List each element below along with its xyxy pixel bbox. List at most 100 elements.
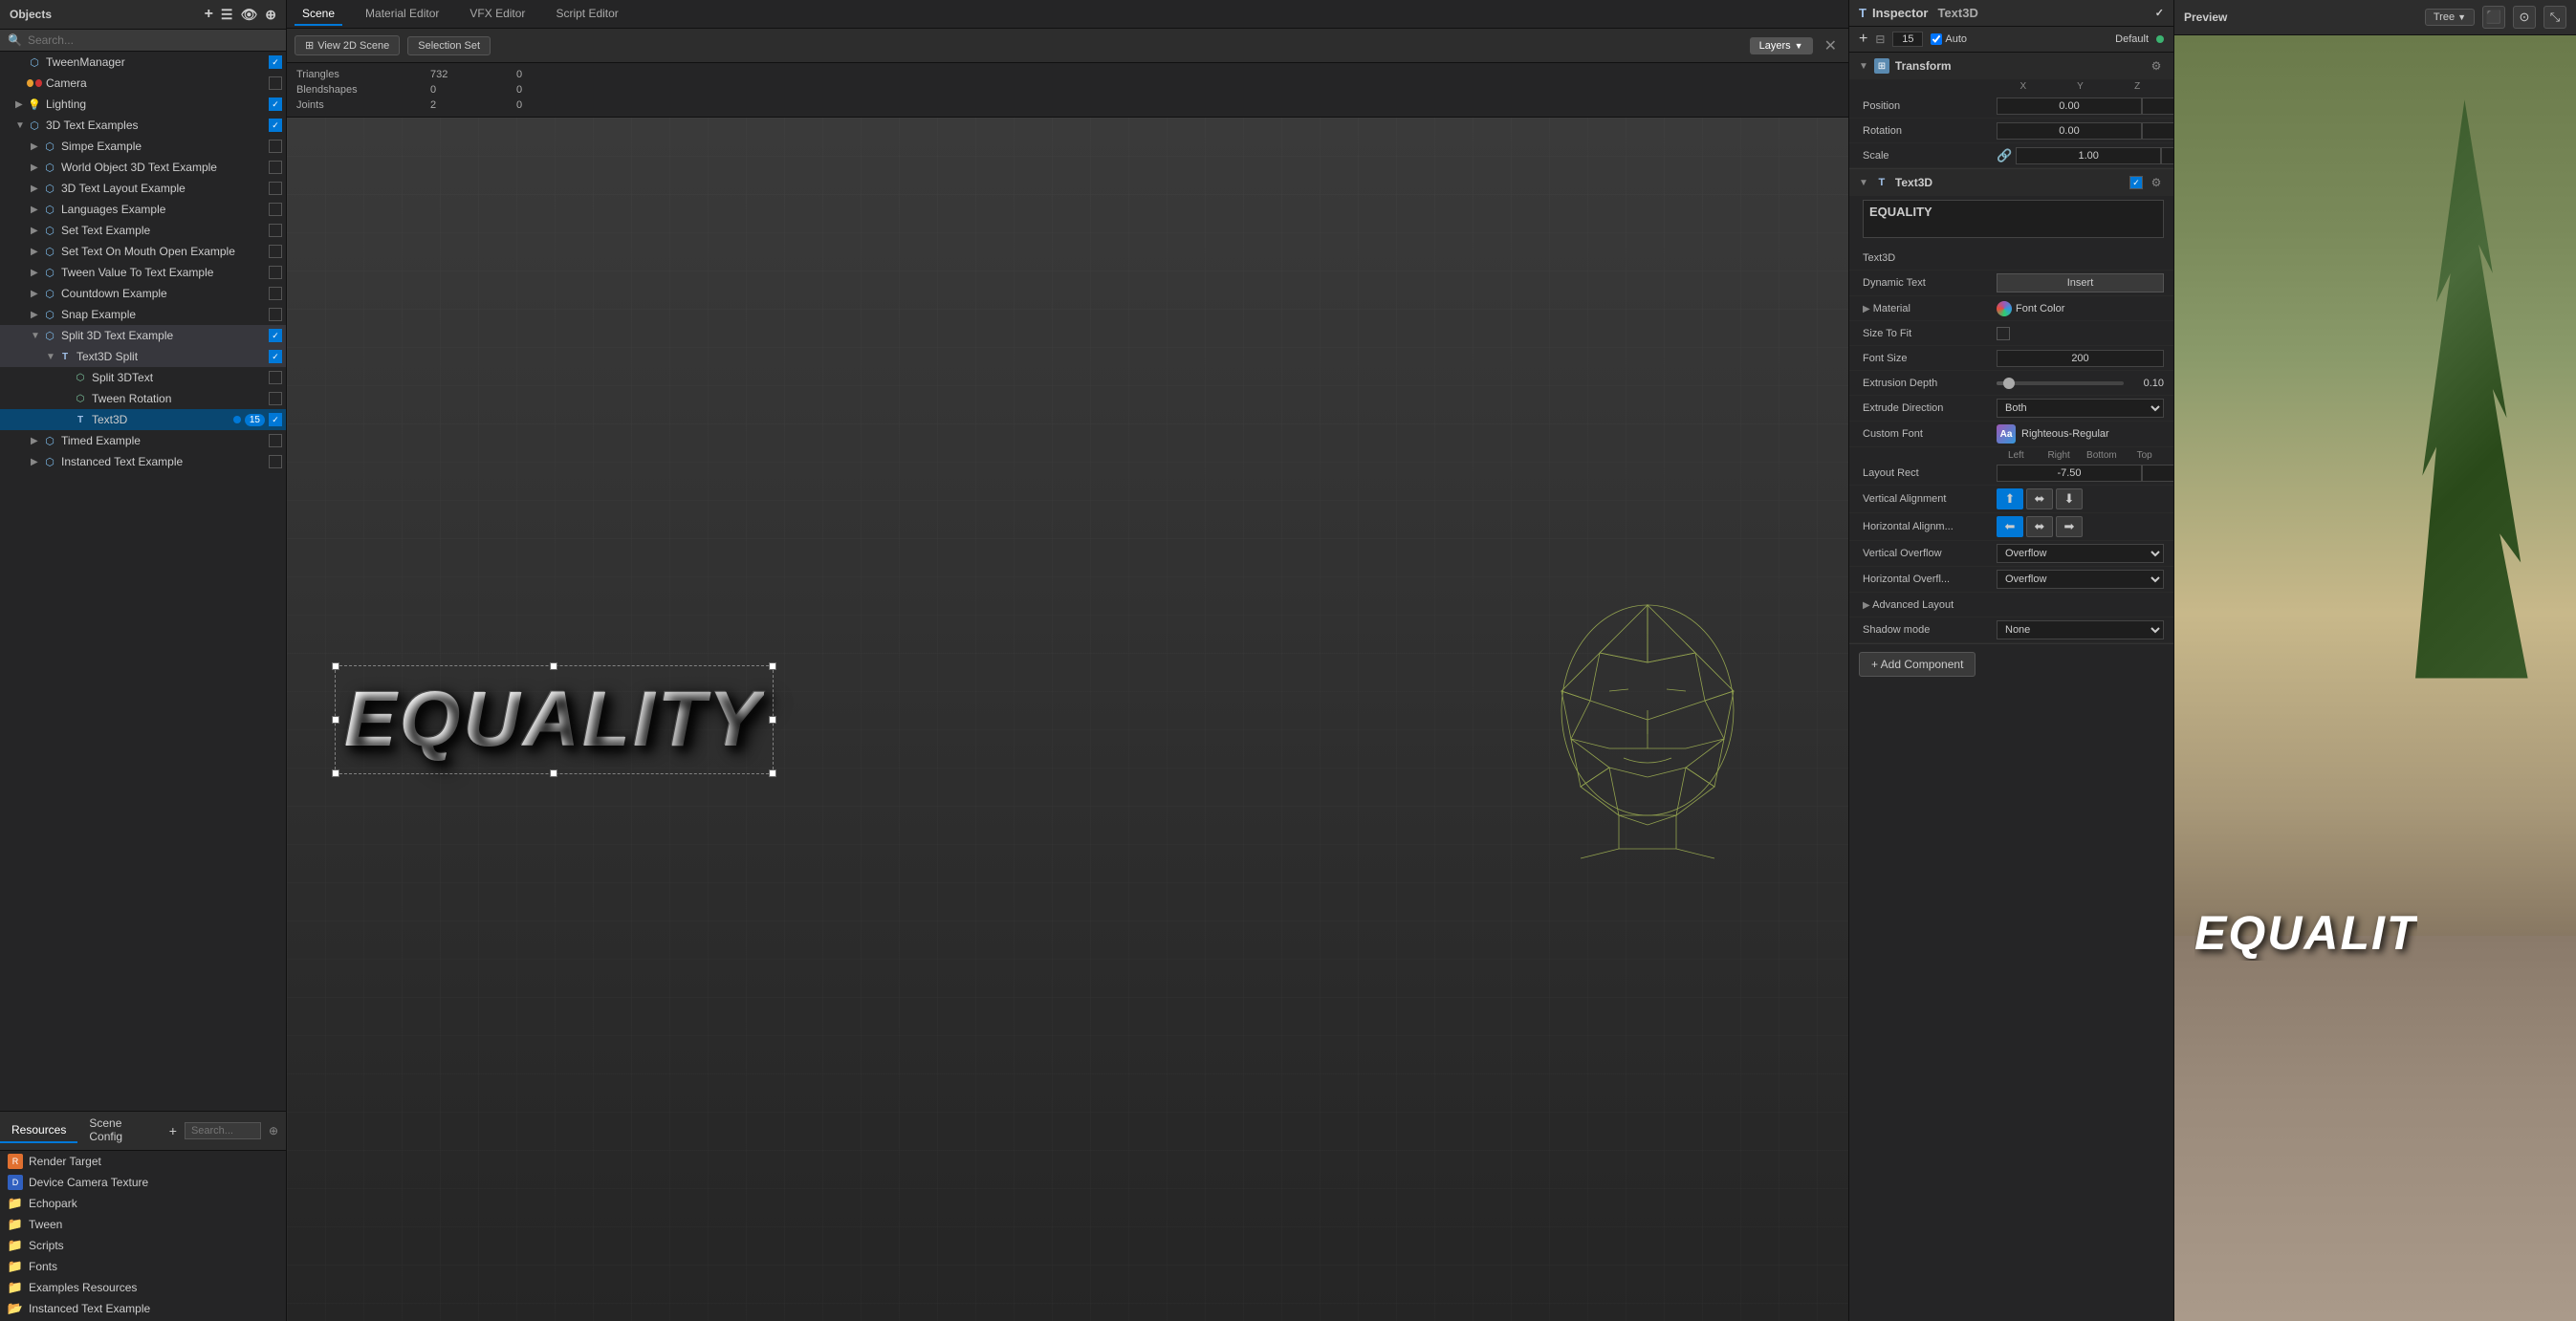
expand-arrow[interactable]: ▼ [46, 352, 57, 362]
tab-scene[interactable]: Scene [295, 3, 342, 26]
item-checkbox[interactable] [269, 76, 282, 90]
tree-item-camera[interactable]: Camera [0, 73, 286, 94]
layout-right-input[interactable] [2142, 465, 2173, 482]
tab-material-editor[interactable]: Material Editor [358, 3, 447, 26]
item-checkbox[interactable] [269, 329, 282, 342]
item-checkbox[interactable] [269, 308, 282, 321]
tab-script-editor[interactable]: Script Editor [548, 3, 625, 26]
expand-arrow[interactable]: ▼ [31, 331, 42, 341]
resource-scripts[interactable]: 📁 Scripts [0, 1235, 286, 1256]
item-checkbox[interactable] [269, 140, 282, 153]
tree-item-text3d-split[interactable]: ▼ T Text3D Split [0, 346, 286, 367]
expand-arrow[interactable]: ▶ [31, 141, 42, 152]
view-2d-button[interactable]: ⊞ View 2D Scene [295, 35, 400, 55]
expand-arrow[interactable]: ▶ [31, 310, 42, 320]
extrude-direction-select[interactable]: Both Front Back [1997, 399, 2164, 418]
tree-item-lighting[interactable]: ▶ 💡 Lighting [0, 94, 286, 115]
align-top-button[interactable]: ⬆ [1997, 488, 2023, 509]
scene-config-tab[interactable]: Scene Config [77, 1112, 168, 1150]
expand-arrow[interactable]: ▶ [15, 99, 27, 110]
font-color-swatch[interactable] [1997, 301, 2012, 316]
horizontal-overflow-select[interactable]: Overflow Truncate [1997, 570, 2164, 589]
tree-item-world-object[interactable]: ▶ ⬡ World Object 3D Text Example [0, 157, 286, 178]
add-component-button[interactable]: + Add Component [1859, 652, 1976, 677]
objects-search-input[interactable] [28, 33, 278, 47]
tree-item-split-3dtext[interactable]: ⬡ Split 3DText [0, 367, 286, 388]
eye-icon[interactable]: 👁 [240, 7, 257, 23]
extrusion-slider-thumb[interactable] [2003, 378, 2015, 389]
tree-item-instanced[interactable]: ▶ ⬡ Instanced Text Example [0, 451, 286, 472]
item-checkbox[interactable] [269, 266, 282, 279]
size-to-fit-checkbox[interactable] [1997, 327, 2010, 340]
frame-number[interactable]: 15 [1892, 32, 1923, 47]
resource-fonts[interactable]: 📁 Fonts [0, 1256, 286, 1277]
tab-vfx-editor[interactable]: VFX Editor [462, 3, 533, 26]
enable-checkbox[interactable]: ✓ [2155, 7, 2164, 19]
shadow-mode-select[interactable]: None Cast Receive [1997, 620, 2164, 639]
position-y-input[interactable] [2142, 97, 2173, 115]
item-checkbox[interactable] [269, 392, 282, 405]
material-expand-arrow[interactable]: ▶ [1863, 304, 1870, 314]
tree-item-languages[interactable]: ▶ ⬡ Languages Example [0, 199, 286, 220]
auto-checkbox[interactable] [1931, 33, 1942, 45]
expand-arrow[interactable]: ▶ [31, 457, 42, 467]
item-checkbox[interactable] [269, 287, 282, 300]
expand-arrow[interactable]: ▼ [15, 120, 27, 131]
item-checkbox[interactable] [269, 97, 282, 111]
tree-item-tweenmanager[interactable]: ⬡ TweenManager [0, 52, 286, 73]
add-resource-icon[interactable]: + [169, 1123, 177, 1138]
add-component-plus[interactable]: + [1859, 31, 1867, 48]
item-checkbox[interactable] [269, 119, 282, 132]
item-checkbox[interactable] [269, 161, 282, 174]
align-left-button[interactable]: ⬅ [1997, 516, 2023, 537]
tree-item-set-text[interactable]: ▶ ⬡ Set Text Example [0, 220, 286, 241]
tree-item-set-text-mouth[interactable]: ▶ ⬡ Set Text On Mouth Open Example [0, 241, 286, 262]
scale-link-icon[interactable]: 🔗 [1997, 148, 2012, 163]
item-checkbox[interactable] [269, 245, 282, 258]
vertical-overflow-select[interactable]: Overflow Truncate [1997, 544, 2164, 563]
resource-device-camera[interactable]: D Device Camera Texture [0, 1172, 286, 1193]
layers-button[interactable]: Layers ▼ [1750, 37, 1813, 54]
font-size-input[interactable] [1997, 350, 2164, 367]
tree-item-layout[interactable]: ▶ ⬡ 3D Text Layout Example [0, 178, 286, 199]
tree-item-tween-value[interactable]: ▶ ⬡ Tween Value To Text Example [0, 262, 286, 283]
align-bottom-button[interactable]: ⬇ [2056, 488, 2083, 509]
expand-arrow[interactable]: ▶ [31, 436, 42, 446]
rotation-y-input[interactable] [2142, 122, 2173, 140]
insert-button[interactable]: Insert [1997, 273, 2164, 292]
expand-arrow[interactable]: ▶ [31, 162, 42, 173]
rotation-x-input[interactable] [1997, 122, 2142, 140]
tree-item-tween-rotation[interactable]: ⬡ Tween Rotation [0, 388, 286, 409]
resource-render-target[interactable]: R Render Target [0, 1151, 286, 1172]
resource-echopark[interactable]: 📁 Echopark [0, 1193, 286, 1214]
add-object-icon[interactable]: + [205, 6, 213, 23]
expand-arrow[interactable]: ▶ [31, 184, 42, 194]
tree-item-simpe[interactable]: ▶ ⬡ Simpe Example [0, 136, 286, 157]
text3d-gear-icon[interactable]: ⚙ [2149, 175, 2164, 190]
item-checkbox[interactable] [269, 371, 282, 384]
resource-examples-resources[interactable]: 📁 Examples Resources [0, 1277, 286, 1298]
layout-left-input[interactable] [1997, 465, 2142, 482]
list-icon[interactable]: ☰ [221, 7, 233, 23]
position-x-input[interactable] [1997, 97, 2142, 115]
transform-header[interactable]: ▼ ⊞ Transform ⚙ [1849, 53, 2173, 79]
transform-gear-icon[interactable]: ⚙ [2149, 58, 2164, 74]
item-checkbox[interactable] [269, 413, 282, 426]
preview-record-button[interactable]: ⊙ [2513, 6, 2536, 29]
resource-instanced-text[interactable]: 📂 Instanced Text Example [0, 1298, 286, 1319]
resource-tween[interactable]: 📁 Tween [0, 1214, 286, 1235]
item-checkbox[interactable] [269, 434, 282, 447]
tree-item-3d-text-examples[interactable]: ▼ ⬡ 3D Text Examples [0, 115, 286, 136]
item-checkbox[interactable] [269, 224, 282, 237]
text3d-enable-checkbox[interactable]: ✓ [2129, 176, 2143, 189]
tree-item-text3d[interactable]: T Text3D 15 [0, 409, 286, 430]
item-checkbox[interactable] [269, 55, 282, 69]
tree-view-button[interactable]: Tree ▼ [2425, 9, 2475, 26]
preview-snap-button[interactable]: ⬛ [2482, 6, 2505, 29]
align-middle-button[interactable]: ⬌ [2026, 488, 2053, 509]
tree-item-timed[interactable]: ▶ ⬡ Timed Example [0, 430, 286, 451]
align-center-button[interactable]: ⬌ [2026, 516, 2053, 537]
expand-arrow[interactable]: ▶ [31, 247, 42, 257]
item-checkbox[interactable] [269, 182, 282, 195]
scale-x-input[interactable] [2016, 147, 2161, 164]
